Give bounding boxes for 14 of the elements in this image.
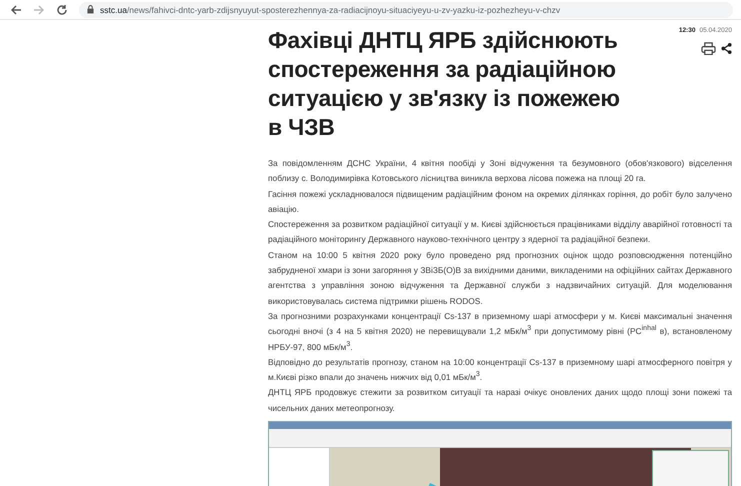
share-icon[interactable] bbox=[721, 43, 732, 54]
reload-icon[interactable] bbox=[56, 4, 68, 16]
article-paragraph: За повідомленням ДСНС України, 4 квітня пообіді у Зоні відчуження та безумовного (обов'язкового) відселення поблизу с. Володимирівка Котовського лісництва виникла верхова лісова пожежа на площі 20 га. bbox=[268, 157, 732, 186]
address-field[interactable]: sstc.ua/news/fahivci-dntc-yarb-zdijsnyuyut-sposterezhennya-za-radiacijnoyu-situaciyeyu-u-zv-yazku-iz-pozhezheyu-v-chzv bbox=[79, 2, 733, 18]
article-paragraph: ДНТЦ ЯРБ продовжує стежити за розвитком ситуації та наразі очікує оновлених даних щодо площі зони пожежі та чисельних даних метеопрогнозу. bbox=[268, 386, 732, 415]
article-paragraph: Спостереження за розвитком радіаційної ситуації у м. Києві здійснюється працівниками відділу аварійної готовності та радіаційного моніторингу Державного науково-технічного центру з ядерної та радіаційної безпеки. bbox=[268, 218, 732, 246]
article-paragraph: Відповідно до результатів прогнозу, станом на 10:00 концентрації Cs-137 в приземному шарі атмосферного повітря у м.Києві різко впали до значень нижчих від 0,01 мБк/м$^{3}$. bbox=[268, 356, 732, 384]
article-paragraph: Станом на 10:00 5 квітня 2020 року було проведено ряд прогнозних оцінок щодо розповсюдження потенційно забрудненої хмари із зони загоряння у ЗВіЗБ(О)В за вихідними даними, викладеними на офіційних сайтах Державного агентства з управління зоною відчуження та Державної служби з надзвичайних ситуацій. Для моделювання використовувалась система підтримки рішень RODOS. bbox=[268, 248, 732, 308]
back-icon[interactable] bbox=[10, 4, 22, 16]
article-title: Фахівці ДНТЦ ЯРБ здійснюють спостереження за радіаційною ситуацією у зв'язку із пожежею в ЧЗВ bbox=[268, 26, 621, 142]
print-icon[interactable] bbox=[701, 42, 716, 55]
article-paragraph: За прогнозними розрахунками концентрації Cs-137 в приземному шарі атмосфери у м. Києві максимальні значення сьогодні вночі (з 4 на 5 квітня 2020) не перевищували 1,2 мБк/м$^{3}$ при допустимому рівні (PC$^{inhal}$ в), встановленому НРБУ-97, 800 мБк/м$^{3}$. bbox=[268, 310, 732, 354]
article-paragraph: Гасіння пожежі ускладнювалося підвищеним радіаційним фоном на окремих ділянках горіння, до робіт було залучено авіацію. bbox=[268, 188, 732, 216]
lock-icon bbox=[87, 5, 94, 14]
